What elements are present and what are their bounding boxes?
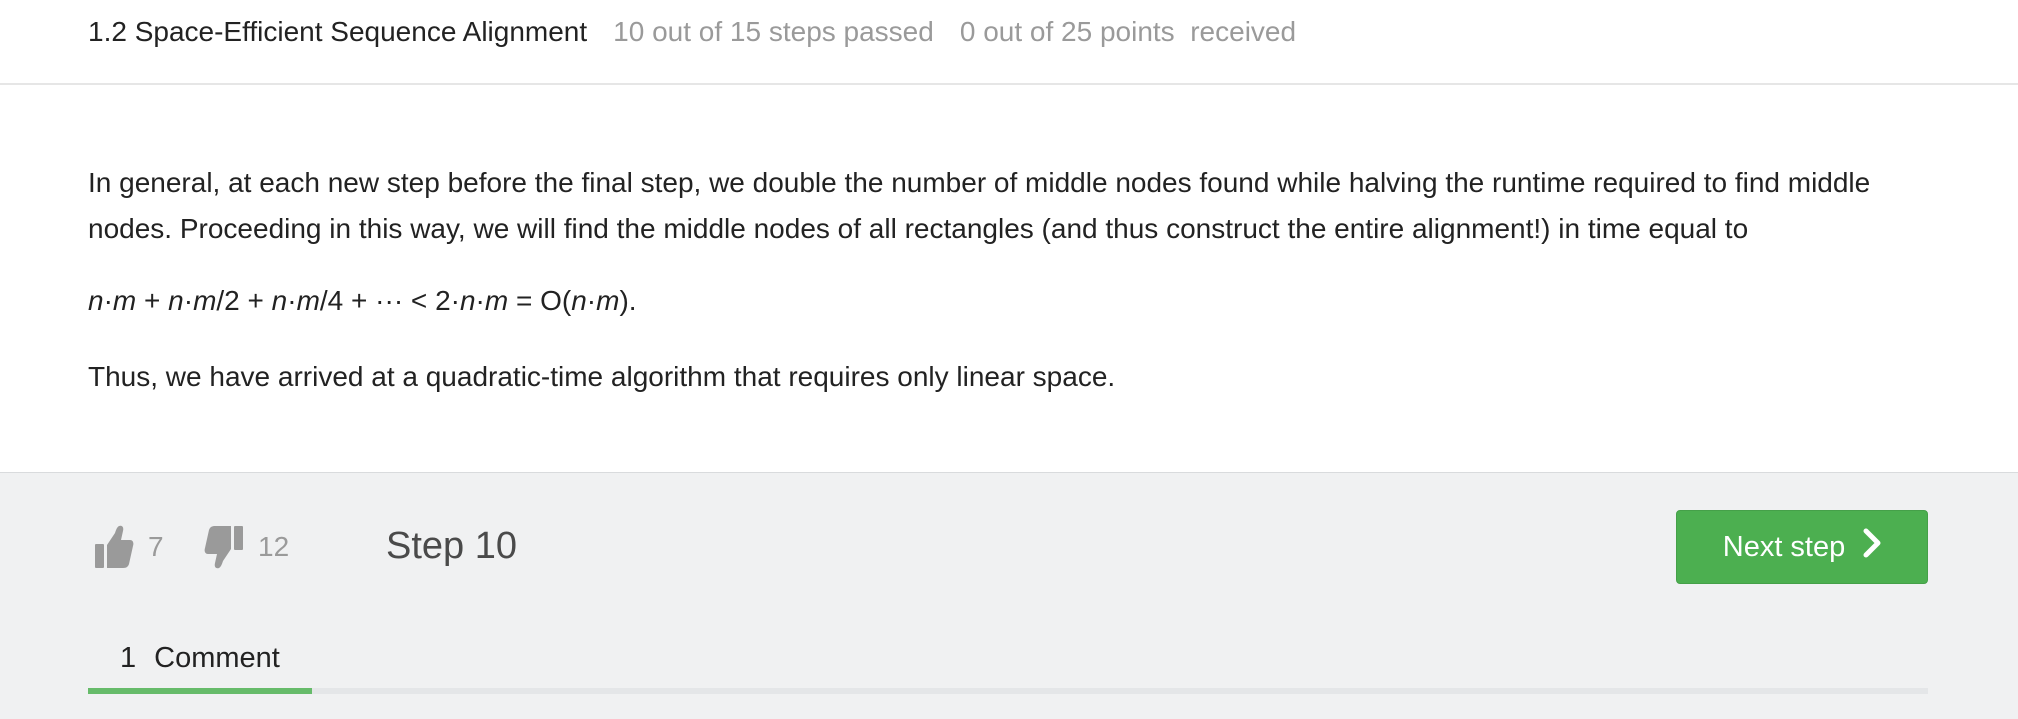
tab-comments[interactable]: 1 Comment <box>88 638 312 690</box>
dislike-count: 12 <box>258 531 290 562</box>
points-progress: 0 out of 25 points received <box>959 16 1297 47</box>
like-button[interactable]: 7 <box>94 525 164 569</box>
lesson-header-row: 1.2 Space-Efficient Sequence Alignment 10… <box>88 14 1296 50</box>
next-step-button[interactable]: Next step <box>1676 510 1928 584</box>
thumbs-down-icon <box>204 525 244 569</box>
step-content: In general, at each new step before the … <box>88 160 1928 400</box>
formula-n: n <box>88 285 104 316</box>
step-label: Step 10 <box>386 525 517 567</box>
step-footer: 7 12 Step 10 Next step 1 Comment <box>0 472 2018 719</box>
like-count: 7 <box>148 531 164 562</box>
tab-comments-text: 1 Comment <box>120 640 280 676</box>
lesson-title[interactable]: 1.2 Space-Efficient Sequence Alignment <box>88 16 587 47</box>
tab-active-indicator <box>88 688 312 694</box>
formula: n·m + n·m/2 + n·m/4 + ··· < 2·n·m = O(n·… <box>88 285 637 316</box>
chevron-right-icon <box>1863 528 1881 566</box>
thumbs-up-icon <box>94 525 134 569</box>
comments-label: Comment <box>154 642 280 674</box>
step-paragraph: In general, at each new step before the … <box>88 167 1871 244</box>
lesson-header: 1.2 Space-Efficient Sequence Alignment 10… <box>0 0 2018 85</box>
steps-progress: 10 out of 15 steps passed <box>613 16 934 47</box>
tab-underline-track <box>88 688 1928 694</box>
next-step-label: Next step <box>1722 530 1846 563</box>
step-paragraph-conclusion: Thus, we have arrived at a quadratic-tim… <box>88 361 1116 392</box>
comments-count: 1 <box>120 642 137 674</box>
dislike-button[interactable]: 12 <box>204 525 289 569</box>
